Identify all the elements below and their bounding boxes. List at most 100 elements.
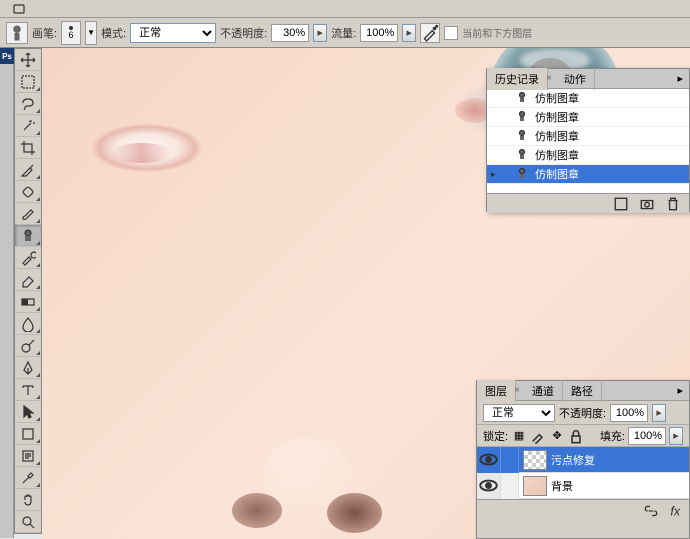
stamp-icon [515, 148, 529, 162]
visibility-icon[interactable] [477, 447, 501, 473]
flow-label: 流量: [331, 25, 356, 41]
fill-label: 填充: [600, 428, 625, 444]
trash-icon[interactable] [665, 197, 681, 211]
layer-opacity-label: 不透明度: [559, 405, 606, 421]
layer-thumbnail[interactable] [523, 450, 547, 470]
crop-tool[interactable] [15, 137, 41, 159]
opacity-arrow[interactable]: ▶ [652, 404, 666, 422]
brush-label: 画笔: [32, 25, 57, 41]
layer-blend-select[interactable]: 正常 [483, 404, 555, 422]
flow-arrow[interactable]: ▶ [402, 24, 416, 42]
layer-thumbnail[interactable] [523, 476, 547, 496]
blend-mode-select[interactable]: 正常 [130, 23, 216, 43]
tab-channels[interactable]: 通道 [524, 380, 563, 402]
airbrush-icon[interactable] [420, 23, 440, 43]
tab-paths[interactable]: 路径 [563, 380, 602, 402]
notes-tool[interactable] [15, 445, 41, 467]
blur-tool[interactable] [15, 313, 41, 335]
lock-transparency-icon[interactable]: ▦ [511, 428, 527, 444]
ps-logo-icon[interactable]: Ps [0, 48, 14, 64]
history-footer [487, 193, 689, 213]
history-list[interactable]: 仿制图章 仿制图章 仿制图章 仿制图章 ▸仿制图章 [487, 89, 689, 193]
shape-tool[interactable] [15, 423, 41, 445]
opacity-label: 不透明度: [220, 25, 267, 41]
history-item[interactable]: ▸仿制图章 [487, 165, 689, 184]
aligned-checkbox[interactable] [444, 26, 458, 40]
lock-position-icon[interactable]: ✥ [549, 428, 565, 444]
layers-tabs: 图层 × 通道 路径 ▸ [477, 381, 689, 401]
new-doc-from-state-icon[interactable] [613, 197, 629, 211]
brush-picker[interactable]: 6 [61, 21, 81, 45]
tab-layers[interactable]: 图层 [477, 380, 516, 402]
layer-name: 背景 [551, 478, 573, 494]
brush-tool[interactable] [15, 203, 41, 225]
history-item[interactable]: 仿制图章 [487, 89, 689, 108]
left-dock: Ps [0, 48, 14, 538]
lock-pixels-icon[interactable] [530, 428, 546, 444]
history-indicator-icon: ▸ [491, 169, 501, 179]
brush-dropdown-arrow[interactable]: ▼ [85, 21, 97, 45]
lasso-tool[interactable] [15, 93, 41, 115]
lock-all-icon[interactable] [568, 428, 584, 444]
tab-close-icon[interactable]: × [546, 73, 552, 84]
tool-preset-picker[interactable] [6, 22, 28, 44]
stamp-icon [515, 110, 529, 124]
history-panel: 历史记录 × 动作 ▸ 仿制图章 仿制图章 仿制图章 仿制图章 ▸仿制图章 [486, 68, 690, 212]
layer-style-icon[interactable]: fx [667, 504, 683, 518]
zoom-tool[interactable] [15, 511, 41, 533]
svg-text:fx: fx [670, 504, 680, 518]
pen-tool[interactable] [15, 357, 41, 379]
move-tool[interactable] [15, 49, 41, 71]
layer-opacity-input[interactable] [610, 404, 648, 422]
fill-input[interactable] [628, 427, 666, 445]
fill-arrow[interactable]: ▶ [669, 427, 683, 445]
mode-label: 模式: [101, 25, 126, 41]
menu-bar [0, 0, 690, 18]
snapshot-icon[interactable] [639, 197, 655, 211]
path-select-tool[interactable] [15, 401, 41, 423]
history-item[interactable]: 仿制图章 [487, 108, 689, 127]
hand-tool[interactable] [15, 489, 41, 511]
flow-input[interactable] [360, 24, 398, 42]
history-item[interactable]: 仿制图章 [487, 146, 689, 165]
wand-tool[interactable] [15, 115, 41, 137]
layer-options-row: 正常 不透明度: ▶ [477, 401, 689, 425]
heal-tool[interactable] [15, 181, 41, 203]
link-layers-icon[interactable] [643, 504, 659, 518]
stamp-icon [515, 167, 529, 181]
dodge-tool[interactable] [15, 335, 41, 357]
visibility-icon[interactable] [477, 473, 501, 499]
eraser-tool[interactable] [15, 269, 41, 291]
stamp-icon [515, 129, 529, 143]
gradient-tool[interactable] [15, 291, 41, 313]
clone-stamp-tool[interactable] [15, 225, 41, 247]
layers-footer: fx [477, 499, 689, 521]
layer-lock-row: 锁定: ▦ ✥ 填充: ▶ [477, 425, 689, 447]
options-bar: 画笔: 6 ▼ 模式: 正常 不透明度: ▶ 流量: ▶ 当前和下方图层 [0, 18, 690, 48]
stamp-icon [515, 91, 529, 105]
layer-list: 污点修复 背景 [477, 447, 689, 499]
slice-tool[interactable] [15, 159, 41, 181]
panel-menu-icon[interactable]: ▸ [671, 72, 689, 85]
history-item[interactable]: 仿制图章 [487, 127, 689, 146]
tab-history[interactable]: 历史记录 [487, 68, 548, 90]
layer-item[interactable]: 污点修复 [477, 447, 689, 473]
marquee-tool[interactable] [15, 71, 41, 93]
panel-menu-icon[interactable]: ▸ [671, 384, 689, 397]
eyedropper-tool[interactable] [15, 467, 41, 489]
opacity-input[interactable] [271, 24, 309, 42]
layers-panel: 图层 × 通道 路径 ▸ 正常 不透明度: ▶ 锁定: ▦ ✥ 填充: ▶ 污点… [476, 380, 690, 539]
tab-close-icon[interactable]: × [514, 385, 520, 396]
layer-link-area[interactable] [501, 473, 519, 499]
layer-item[interactable]: 背景 [477, 473, 689, 499]
sample-label: 当前和下方图层 [462, 25, 532, 40]
layer-name: 污点修复 [551, 452, 595, 468]
type-tool[interactable] [15, 379, 41, 401]
tab-actions[interactable]: 动作 [556, 68, 595, 90]
layer-link-area[interactable] [501, 447, 519, 473]
history-brush-tool[interactable] [15, 247, 41, 269]
lock-label: 锁定: [483, 428, 508, 444]
history-tabs: 历史记录 × 动作 ▸ [487, 69, 689, 89]
opacity-arrow[interactable]: ▶ [313, 24, 327, 42]
app-menu-icon[interactable] [12, 2, 26, 16]
